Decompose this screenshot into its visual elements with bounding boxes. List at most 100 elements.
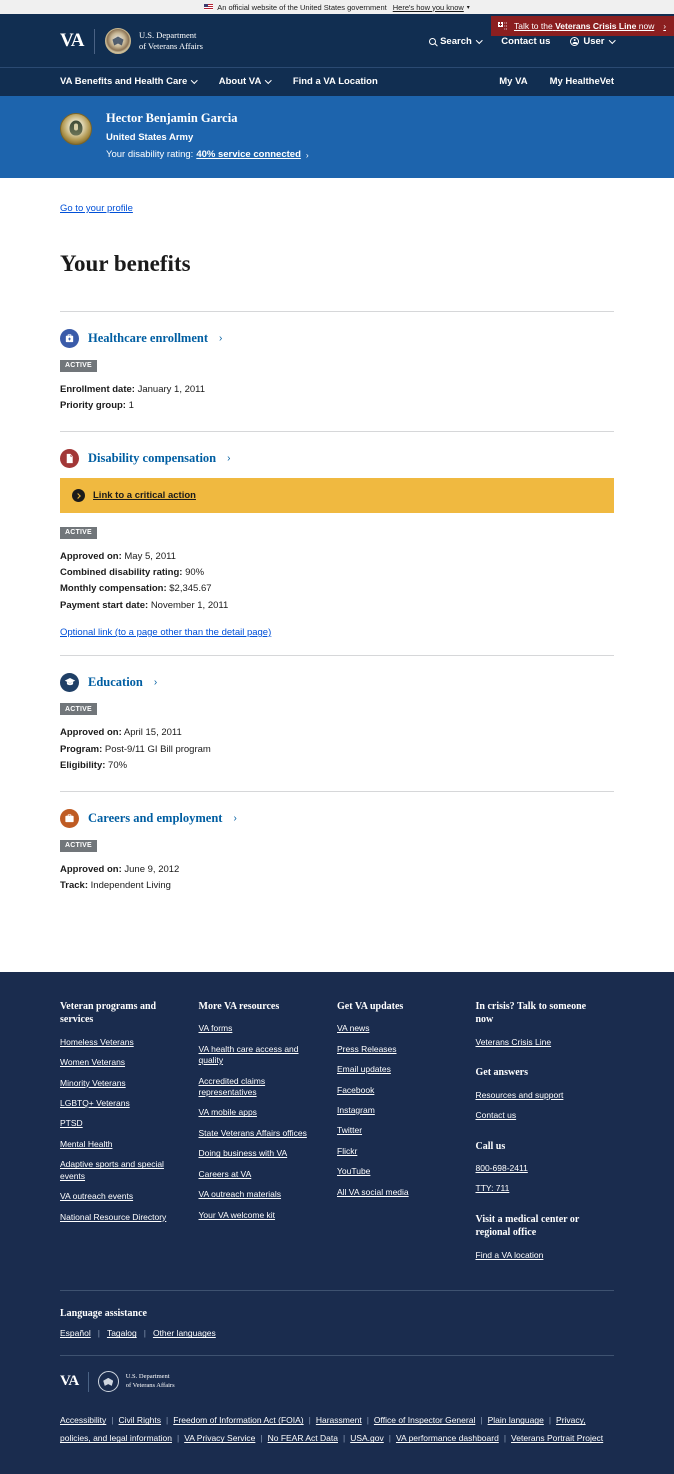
footer-link[interactable]: LGBTQ+ Veterans (60, 1098, 185, 1109)
chevron-right-icon: › (219, 333, 223, 344)
footer-link[interactable]: Resources and support (476, 1090, 601, 1101)
benefit-title-link[interactable]: Disability compensation (88, 451, 216, 466)
footer-link[interactable]: 800-698-2411 (476, 1163, 601, 1174)
chevron-down-icon[interactable]: ▾ (467, 4, 470, 11)
nav-my-va[interactable]: My VA (499, 76, 527, 87)
footer-link[interactable]: State Veterans Affairs offices (199, 1128, 324, 1139)
chevron-right-circle-icon (72, 489, 85, 503)
footer-link[interactable]: YouTube (337, 1166, 462, 1177)
footer-link[interactable]: VA news (337, 1023, 462, 1034)
footer-link[interactable]: Twitter (337, 1125, 462, 1136)
language-assistance-heading: Language assistance (60, 1308, 147, 1320)
separator: | (308, 1415, 311, 1426)
contact-us-link[interactable]: Contact us (501, 36, 550, 47)
footer-link[interactable]: Find a VA location (476, 1250, 601, 1261)
detail-value: 1 (128, 399, 134, 411)
search-button[interactable]: Search (429, 36, 483, 47)
benefit-title-link[interactable]: Careers and employment (88, 811, 222, 826)
army-seal-icon (60, 113, 92, 145)
footer-columns: Veteran programs and services Homeless V… (60, 1000, 614, 1271)
footer-link[interactable]: PTSD (60, 1118, 185, 1129)
footer-link[interactable]: Veterans Crisis Line (476, 1037, 601, 1048)
footer-link[interactable]: Email updates (337, 1064, 462, 1075)
footer-bottom-link[interactable]: Veterans Portrait Project (511, 1433, 603, 1443)
divider (60, 1355, 614, 1357)
benefits-list: Healthcare enrollment › ACTIVE Enrollment d… (60, 311, 614, 895)
nav-about-va[interactable]: About VA (219, 76, 272, 87)
detail-key: Eligibility: (60, 760, 106, 772)
footer-link[interactable]: Careers at VA (199, 1169, 324, 1180)
footer-link[interactable]: TTY: 711 (476, 1183, 601, 1194)
footer-bottom-link[interactable]: Freedom of Information Act (FOIA) (173, 1415, 303, 1425)
footer-link[interactable]: Press Releases (337, 1044, 462, 1055)
header-nav-wrap: VA Benefits and Health Care About VA Fin… (0, 67, 674, 96)
language-link[interactable]: Other languages (153, 1328, 216, 1338)
heres-how-you-know-link[interactable]: Here's how you know (393, 3, 464, 12)
footer-link[interactable]: Contact us (476, 1110, 601, 1121)
footer-link[interactable]: Mental Health (60, 1139, 185, 1150)
document-icon (60, 449, 79, 469)
detail-key: Approved on: (60, 550, 122, 562)
va-logo[interactable]: VA U.S. Department of Veterans Affairs (60, 28, 203, 54)
benefit-title-link[interactable]: Education (88, 675, 143, 690)
footer-column-get-va-updates: Get VA updates VA news Press Releases Emai… (337, 1000, 476, 1271)
critical-action-banner[interactable]: Link to a critical action (60, 478, 614, 514)
footer-link[interactable]: Homeless Veterans (60, 1037, 185, 1048)
status-badge: ACTIVE (60, 359, 97, 372)
detail-row: Approved on: April 15, 2011 (60, 725, 614, 741)
critical-action-label: Link to a critical action (93, 490, 196, 502)
optional-link[interactable]: Optional link (to a page other than the … (60, 627, 271, 638)
footer-bottom-links: Accessibility | Civil Rights | Freedom of In… (60, 1412, 614, 1474)
language-link[interactable]: Español (60, 1328, 91, 1338)
detail-row: Eligibility: 70% (60, 758, 614, 774)
nav-item-label: Find a VA Location (292, 76, 378, 87)
profile-info: Hector Benjamin Garcia United States Arm… (106, 111, 309, 160)
veterans-crisis-line-banner[interactable]: Talk to the Veterans Crisis Line now › (490, 16, 674, 36)
separator: | (503, 1433, 507, 1444)
nav-my-healthevet[interactable]: My HealtheVet (550, 76, 614, 87)
footer-link[interactable]: Facebook (337, 1085, 462, 1096)
footer-link[interactable]: VA outreach materials (199, 1189, 324, 1200)
footer-bottom-link[interactable]: USA.gov (350, 1433, 384, 1443)
footer-link[interactable]: Minority Veterans (60, 1078, 185, 1089)
footer-va-logo[interactable]: VA U.S. Department of Veterans Affairs (60, 1371, 614, 1393)
footer-link[interactable]: Flickr (337, 1146, 462, 1157)
footer-link[interactable]: VA forms (199, 1023, 324, 1034)
footer-link[interactable]: Accredited claims representatives (199, 1076, 324, 1099)
footer-bottom-link[interactable]: VA Privacy Service (184, 1433, 255, 1443)
footer-link[interactable]: Instagram (337, 1105, 462, 1116)
header-links: Search Contact us User (429, 36, 615, 47)
footer-link[interactable]: Adaptive sports and special events (60, 1159, 185, 1182)
footer-link[interactable]: Women Veterans (60, 1057, 185, 1068)
footer-link[interactable]: VA outreach events (60, 1191, 185, 1202)
footer-bottom-link[interactable]: Civil Rights (119, 1415, 162, 1425)
footer-link[interactable]: National Resource Directory (60, 1212, 185, 1223)
nav-left: VA Benefits and Health Care About VA Fin… (60, 76, 378, 87)
footer-bottom-link[interactable]: VA performance dashboard (396, 1433, 499, 1443)
briefcase-icon (60, 809, 79, 829)
disability-rating-link[interactable]: 40% service connected (196, 149, 301, 160)
footer-bottom-link[interactable]: Harassment (316, 1415, 362, 1425)
footer-bottom-link[interactable]: Plain language (488, 1415, 544, 1425)
footer-link[interactable]: VA health care access and quality (199, 1044, 324, 1067)
language-links: Español | Tagalog | Other languages (60, 1328, 614, 1338)
footer-link[interactable]: Your VA welcome kit (199, 1210, 324, 1221)
footer-bottom-link[interactable]: Office of Inspector General (374, 1415, 475, 1425)
footer-link[interactable]: VA mobile apps (199, 1107, 324, 1118)
footer-link[interactable]: Doing business with VA (199, 1148, 324, 1159)
nav-find-a-va-location[interactable]: Find a VA Location (293, 76, 378, 87)
main-content: Go to your profile Your benefits Healthc… (60, 178, 614, 972)
detail-row: Enrollment date: January 1, 2011 (60, 382, 614, 398)
language-link[interactable]: Tagalog (107, 1328, 137, 1338)
nav-va-benefits-and-health-care[interactable]: VA Benefits and Health Care (60, 76, 198, 87)
separator: | (97, 1328, 100, 1339)
footer-link[interactable]: All VA social media (337, 1187, 462, 1198)
footer-bottom-link[interactable]: Accessibility (60, 1415, 106, 1425)
benefit-title-link[interactable]: Healthcare enrollment (88, 331, 208, 346)
go-to-your-profile-link[interactable]: Go to your profile (60, 203, 133, 214)
footer-heading: Get answers (475, 1067, 529, 1079)
user-menu-button[interactable]: User (570, 36, 615, 47)
footer-bottom-link[interactable]: No FEAR Act Data (268, 1433, 338, 1443)
detail-key: Monthly compensation: (60, 583, 167, 595)
va-seal-icon (97, 1371, 119, 1393)
